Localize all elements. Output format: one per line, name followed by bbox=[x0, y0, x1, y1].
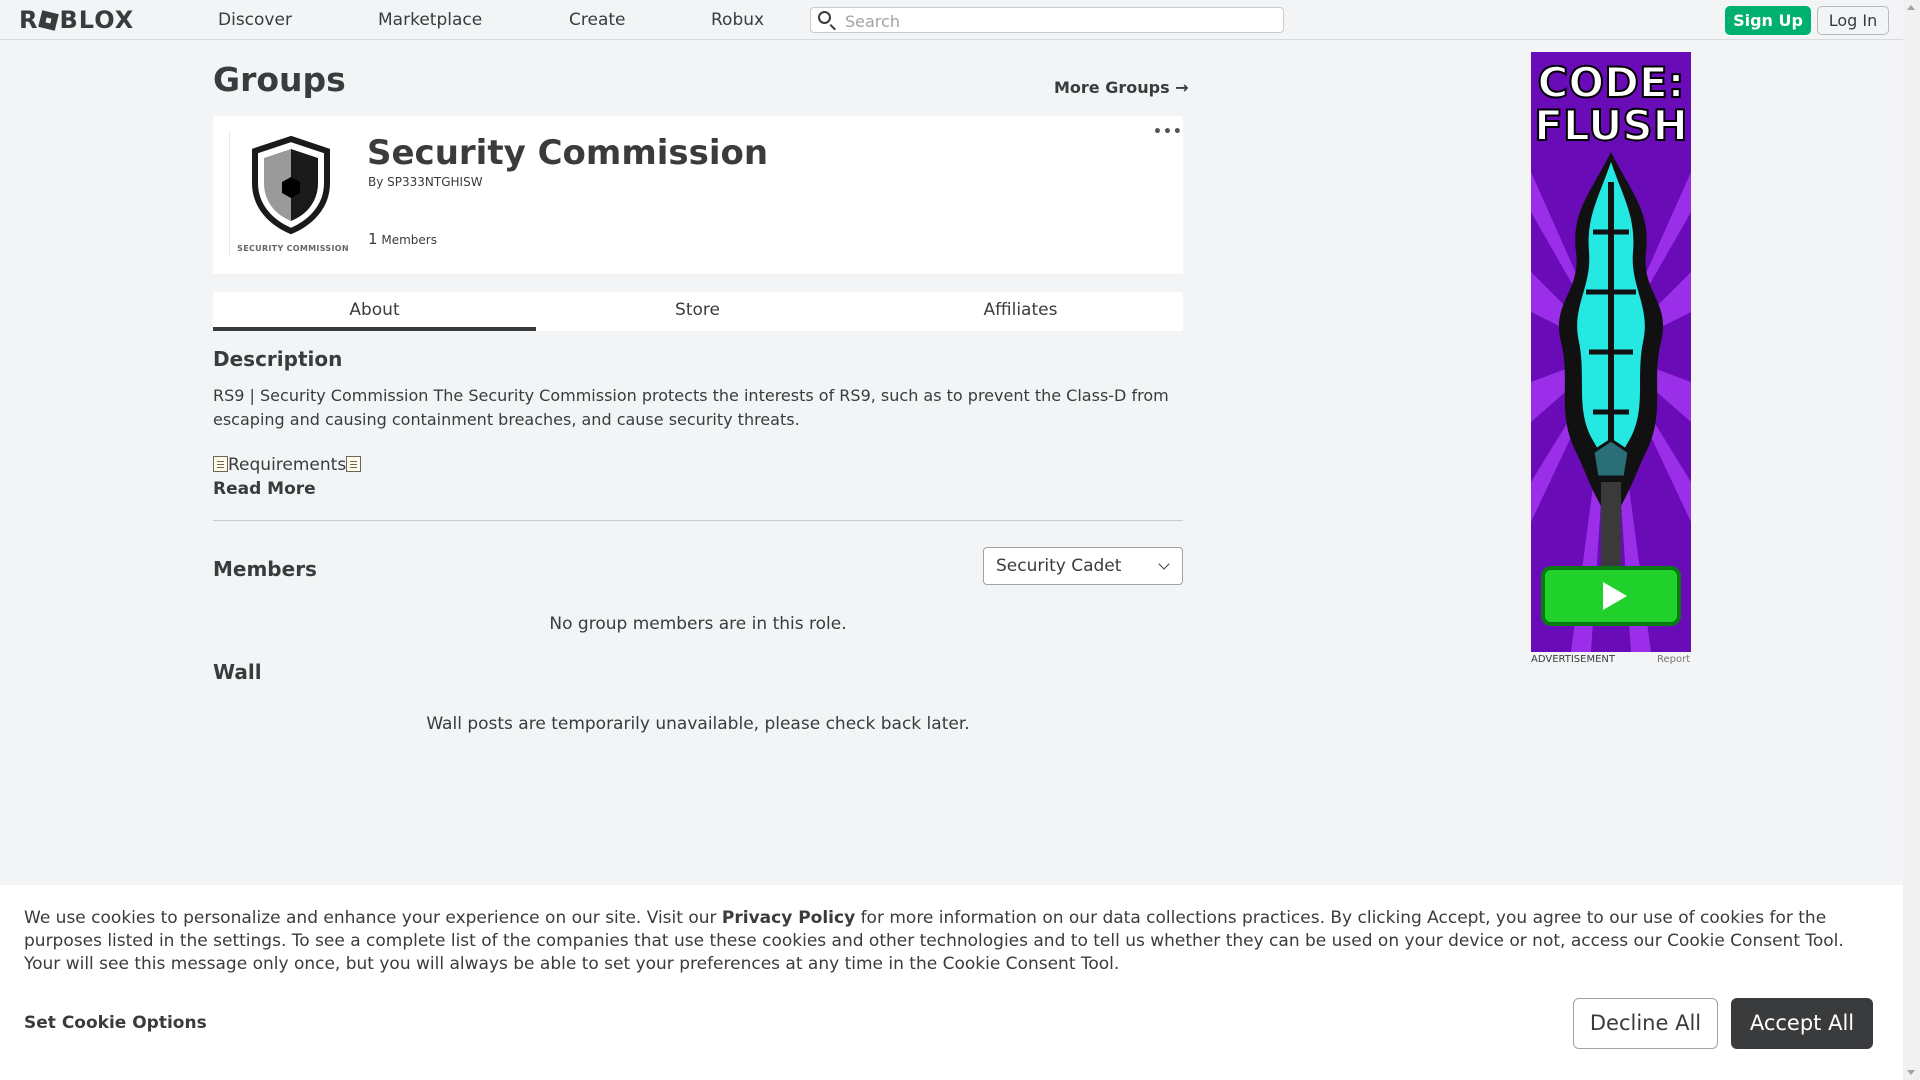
report-ad-link[interactable]: Report bbox=[1657, 654, 1690, 665]
requirements-text: Requirements bbox=[228, 455, 347, 475]
top-navigation-bar: R BLOX Discover Marketplace Create Robux … bbox=[0, 0, 1903, 40]
log-in-button[interactable]: Log In bbox=[1817, 6, 1889, 35]
roblox-logo[interactable]: R BLOX bbox=[19, 6, 134, 34]
group-header-card: SECURITY COMMISSION Security Commission … bbox=[213, 116, 1183, 274]
tab-about[interactable]: About bbox=[213, 292, 536, 331]
cookie-consent-banner: We use cookies to personalize and enhanc… bbox=[0, 885, 1903, 1080]
requirements-line: Requirements bbox=[213, 455, 362, 475]
search-input[interactable] bbox=[843, 10, 1267, 32]
nav-create[interactable]: Create bbox=[569, 10, 626, 30]
cookie-message: We use cookies to personalize and enhanc… bbox=[24, 907, 1884, 976]
scroll-down-arrow-icon[interactable] bbox=[1907, 1070, 1915, 1075]
scroll-up-arrow-icon[interactable] bbox=[1907, 5, 1915, 10]
owner-by-label: By bbox=[368, 175, 384, 189]
vertical-scrollbar[interactable] bbox=[1903, 0, 1920, 1080]
nav-marketplace[interactable]: Marketplace bbox=[378, 10, 482, 30]
cookie-text-start: We use cookies to personalize and enhanc… bbox=[24, 908, 722, 928]
emblem-caption: SECURITY COMMISSION bbox=[237, 244, 349, 253]
page-title: Groups bbox=[213, 60, 346, 99]
chevron-down-icon bbox=[1158, 558, 1170, 570]
more-options-icon[interactable]: ••• bbox=[1153, 124, 1183, 140]
nav-discover[interactable]: Discover bbox=[218, 10, 292, 30]
more-groups-link[interactable]: More Groups → bbox=[1054, 78, 1189, 97]
ad-artwork[interactable]: CODE: FLUSH bbox=[1531, 52, 1691, 652]
shield-icon bbox=[252, 135, 330, 235]
read-more-link[interactable]: Read More bbox=[213, 479, 316, 499]
member-count-label: Members bbox=[381, 233, 437, 247]
section-divider bbox=[213, 520, 1183, 521]
group-description: RS9 | Security Commission The Security C… bbox=[213, 386, 1169, 429]
advertisement-label: ADVERTISEMENT bbox=[1531, 654, 1616, 665]
memo-icon bbox=[213, 456, 228, 472]
decline-all-button[interactable]: Decline All bbox=[1573, 998, 1718, 1049]
privacy-policy-link[interactable]: Privacy Policy bbox=[722, 908, 855, 928]
memo-icon bbox=[346, 456, 362, 472]
role-dropdown-value: Security Cadet bbox=[996, 556, 1122, 576]
search-box bbox=[810, 7, 1284, 33]
sign-up-button[interactable]: Sign Up bbox=[1725, 6, 1811, 35]
tab-store[interactable]: Store bbox=[536, 292, 859, 331]
group-emblem: SECURITY COMMISSION bbox=[229, 131, 352, 255]
members-empty-message: No group members are in this role. bbox=[549, 614, 847, 634]
wall-heading: Wall bbox=[213, 660, 262, 684]
description-heading: Description bbox=[213, 347, 343, 371]
set-cookie-options-link[interactable]: Set Cookie Options bbox=[24, 1013, 207, 1033]
wall-empty-message: Wall posts are temporarily unavailable, … bbox=[426, 714, 970, 734]
member-count: 1 Members bbox=[368, 230, 437, 248]
member-count-number: 1 bbox=[368, 230, 378, 248]
search-icon[interactable] bbox=[818, 11, 831, 24]
role-dropdown[interactable]: Security Cadet bbox=[983, 547, 1183, 585]
members-heading: Members bbox=[213, 557, 317, 581]
ad-title-line1: CODE: bbox=[1538, 58, 1685, 107]
group-owner: By SP333NTGHISW bbox=[368, 175, 483, 189]
group-tabs: About Store Affiliates bbox=[213, 292, 1183, 331]
accept-all-button[interactable]: Accept All bbox=[1731, 998, 1873, 1049]
ad-title-line2: FLUSH bbox=[1534, 101, 1687, 150]
nav-robux[interactable]: Robux bbox=[711, 10, 764, 30]
advertisement-banner[interactable]: CODE: FLUSH bbox=[1531, 52, 1691, 652]
tab-affiliates[interactable]: Affiliates bbox=[859, 292, 1182, 331]
owner-name-link[interactable]: SP333NTGHISW bbox=[387, 175, 482, 189]
group-name: Security Commission bbox=[367, 133, 769, 173]
